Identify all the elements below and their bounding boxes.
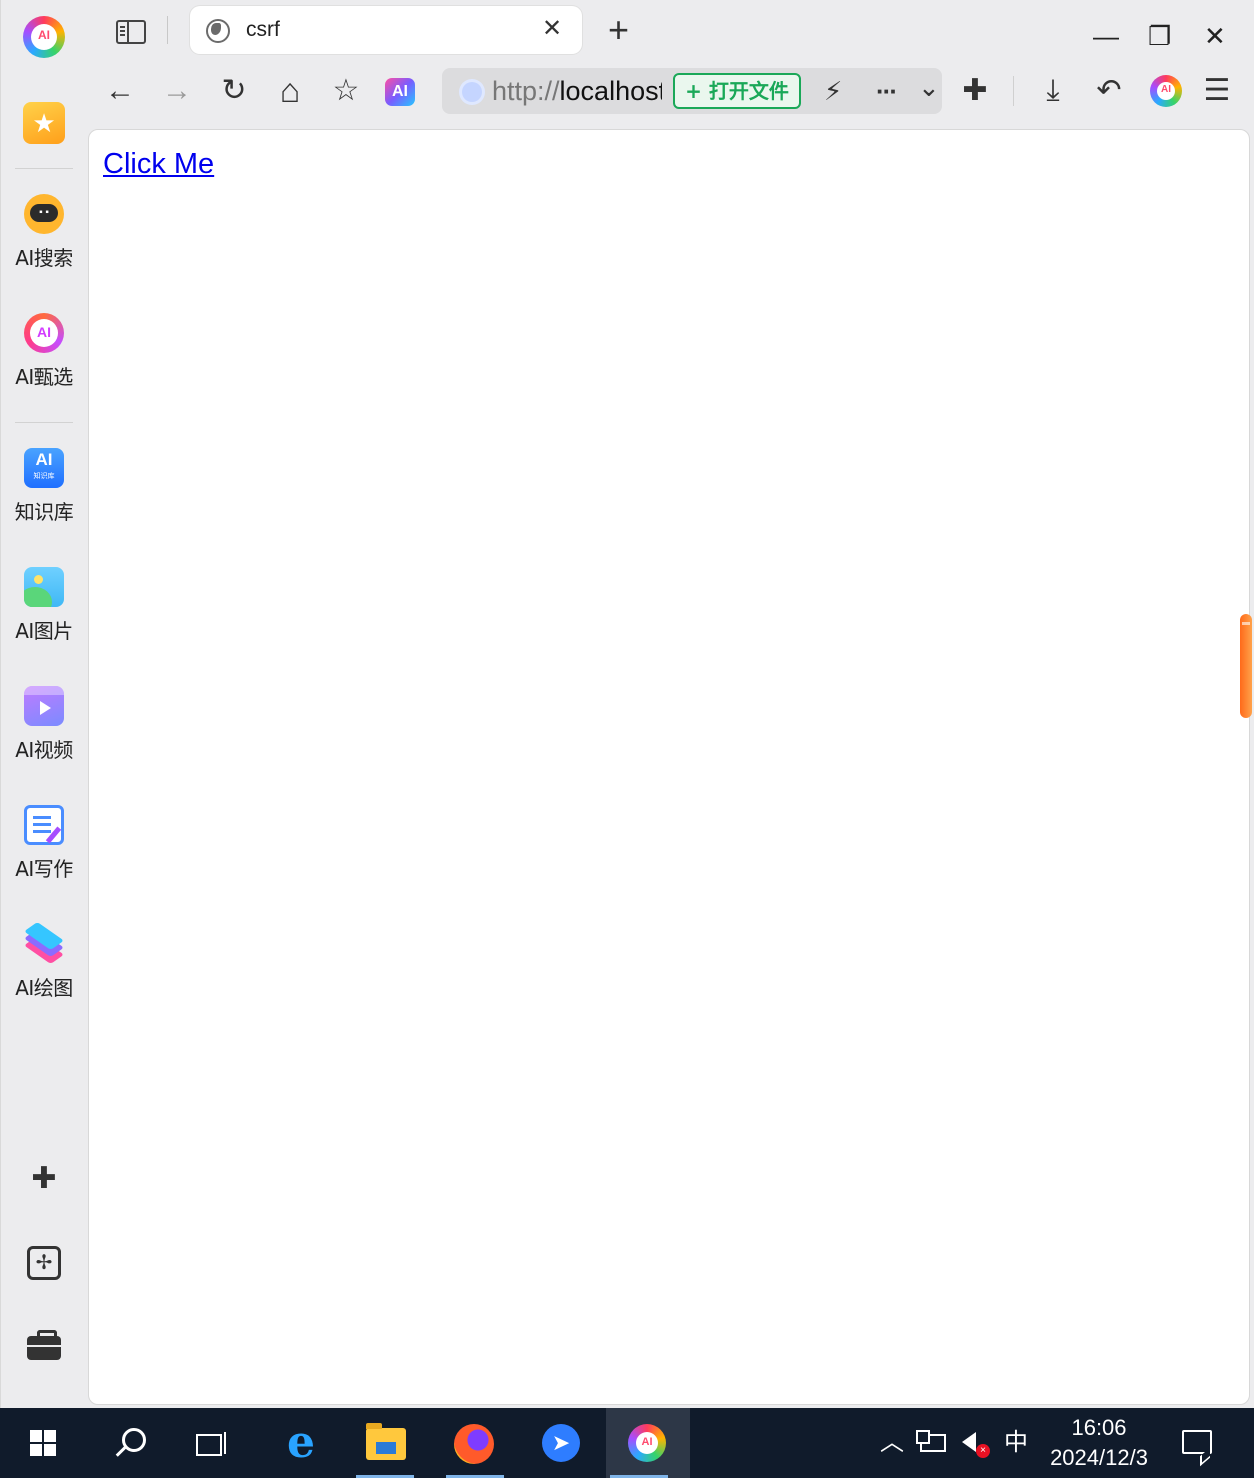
sidebar-item-knowledge-base[interactable]: AI 知识库 知识库: [1, 448, 87, 525]
writing-icon: [24, 805, 64, 845]
sidebar-item-ai-select[interactable]: AI AI甄选: [1, 313, 87, 390]
search-icon[interactable]: [112, 1426, 146, 1460]
sidebar-item-ai-drawing[interactable]: AI绘图: [1, 922, 87, 1001]
volume-icon[interactable]: [962, 1432, 976, 1452]
extensions-icon[interactable]: ✚: [955, 70, 995, 112]
image-icon: [24, 567, 64, 607]
ai-browser-icon[interactable]: AI: [1150, 75, 1182, 107]
sidebar-item-label: 知识库: [14, 500, 74, 524]
ai-browser-taskbar-icon[interactable]: AI: [628, 1424, 666, 1462]
sidebar-item-label: AI写作: [15, 857, 73, 881]
chevron-down-icon[interactable]: ⌄: [918, 68, 940, 106]
sidebar-item-ai-video[interactable]: AI视频: [1, 686, 87, 763]
undo-icon[interactable]: ↶: [1089, 70, 1129, 112]
menu-icon[interactable]: ☰: [1197, 70, 1237, 112]
side-drawer-handle[interactable]: [1240, 614, 1252, 718]
reload-button[interactable]: ↻: [214, 70, 254, 112]
sidebar-item-label: AI图片: [15, 619, 73, 643]
clock-date: 2024/12/3: [1050, 1445, 1148, 1470]
system-clock[interactable]: 16:06 2024/12/3: [1040, 1414, 1158, 1474]
layers-icon: [24, 922, 64, 964]
windows-taskbar: e ➤ AI ︿ × 中 16:06 2024/12/3: [0, 1408, 1254, 1478]
forward-button[interactable]: →: [157, 70, 197, 112]
sidebar-item-label: AI搜索: [15, 246, 73, 270]
favorites-list-button[interactable]: ☆: [326, 70, 366, 112]
knowledge-base-icon: AI 知识库: [24, 448, 64, 488]
tab-csrf[interactable]: csrf ✕: [190, 6, 582, 54]
close-window-button[interactable]: ✕: [1204, 18, 1226, 54]
browser-logo-icon[interactable]: AI: [23, 16, 65, 58]
windows-start-icon[interactable]: [30, 1430, 56, 1456]
sidebar-item-label: AI绘图: [15, 976, 73, 1000]
globe-icon: [206, 19, 230, 43]
sidebar-divider: [15, 168, 73, 169]
file-explorer-icon[interactable]: [366, 1423, 406, 1460]
home-button[interactable]: ⌂: [270, 70, 310, 112]
address-bar[interactable]: http://localhost + 打开文件 ⚡ ··· ⌄: [442, 68, 942, 114]
firefox-icon[interactable]: [454, 1424, 494, 1464]
lightning-icon[interactable]: ⚡: [824, 72, 842, 110]
sidebar-toggle-icon[interactable]: [116, 20, 146, 44]
ai-assistant-icon[interactable]: AI: [385, 78, 415, 106]
sidebar-item-label: AI甄选: [15, 365, 73, 389]
page-content: Click Me: [88, 129, 1250, 1405]
chevron-up-icon[interactable]: ︿: [880, 1428, 904, 1458]
minimize-button[interactable]: —: [1093, 18, 1119, 54]
puzzle-icon[interactable]: ✚: [27, 1162, 61, 1196]
back-button[interactable]: ←: [100, 70, 140, 112]
sidebar-item-ai-image[interactable]: AI图片: [1, 567, 87, 644]
bolt-app-icon[interactable]: ➤: [542, 1424, 580, 1462]
ai-select-icon: AI: [24, 313, 64, 353]
tab-title: csrf: [246, 18, 280, 41]
favorites-star-icon[interactable]: ★: [23, 102, 65, 144]
click-me-link[interactable]: Click Me: [103, 148, 214, 181]
ai-sidebar: AI ★ AI搜索 AI AI甄选 AI 知识库 知识库 AI图片 AI视频 A…: [0, 0, 86, 1408]
sidebar-item-label: AI视频: [15, 738, 73, 762]
sidebar-divider: [15, 422, 73, 423]
task-view-icon[interactable]: [196, 1428, 228, 1458]
ime-indicator[interactable]: 中: [1004, 1428, 1028, 1458]
tab-divider: [167, 16, 168, 44]
video-icon: [24, 686, 64, 726]
new-tab-button[interactable]: +: [608, 10, 629, 50]
more-icon[interactable]: ···: [876, 72, 898, 110]
sidebar-item-ai-search[interactable]: AI搜索: [1, 194, 87, 271]
robot-icon: [24, 194, 64, 234]
open-file-button[interactable]: + 打开文件: [673, 73, 801, 109]
internet-explorer-icon[interactable]: e: [280, 1421, 322, 1465]
briefcase-icon[interactable]: [27, 1330, 61, 1360]
toolbox-icon[interactable]: [27, 1246, 61, 1280]
network-icon[interactable]: [916, 1430, 946, 1452]
notification-icon[interactable]: [1182, 1430, 1212, 1454]
muted-icon: ×: [976, 1444, 990, 1458]
toolbar-divider: [1013, 76, 1014, 106]
sidebar-item-ai-writing[interactable]: AI写作: [1, 805, 87, 882]
site-info-icon[interactable]: [462, 82, 482, 102]
close-tab-icon[interactable]: ✕: [542, 14, 562, 44]
clock-time: 16:06: [1071, 1415, 1127, 1440]
url-text[interactable]: http://localhost: [492, 76, 662, 106]
restore-button[interactable]: ❐: [1148, 18, 1171, 54]
download-icon[interactable]: ⤓: [1033, 70, 1073, 112]
